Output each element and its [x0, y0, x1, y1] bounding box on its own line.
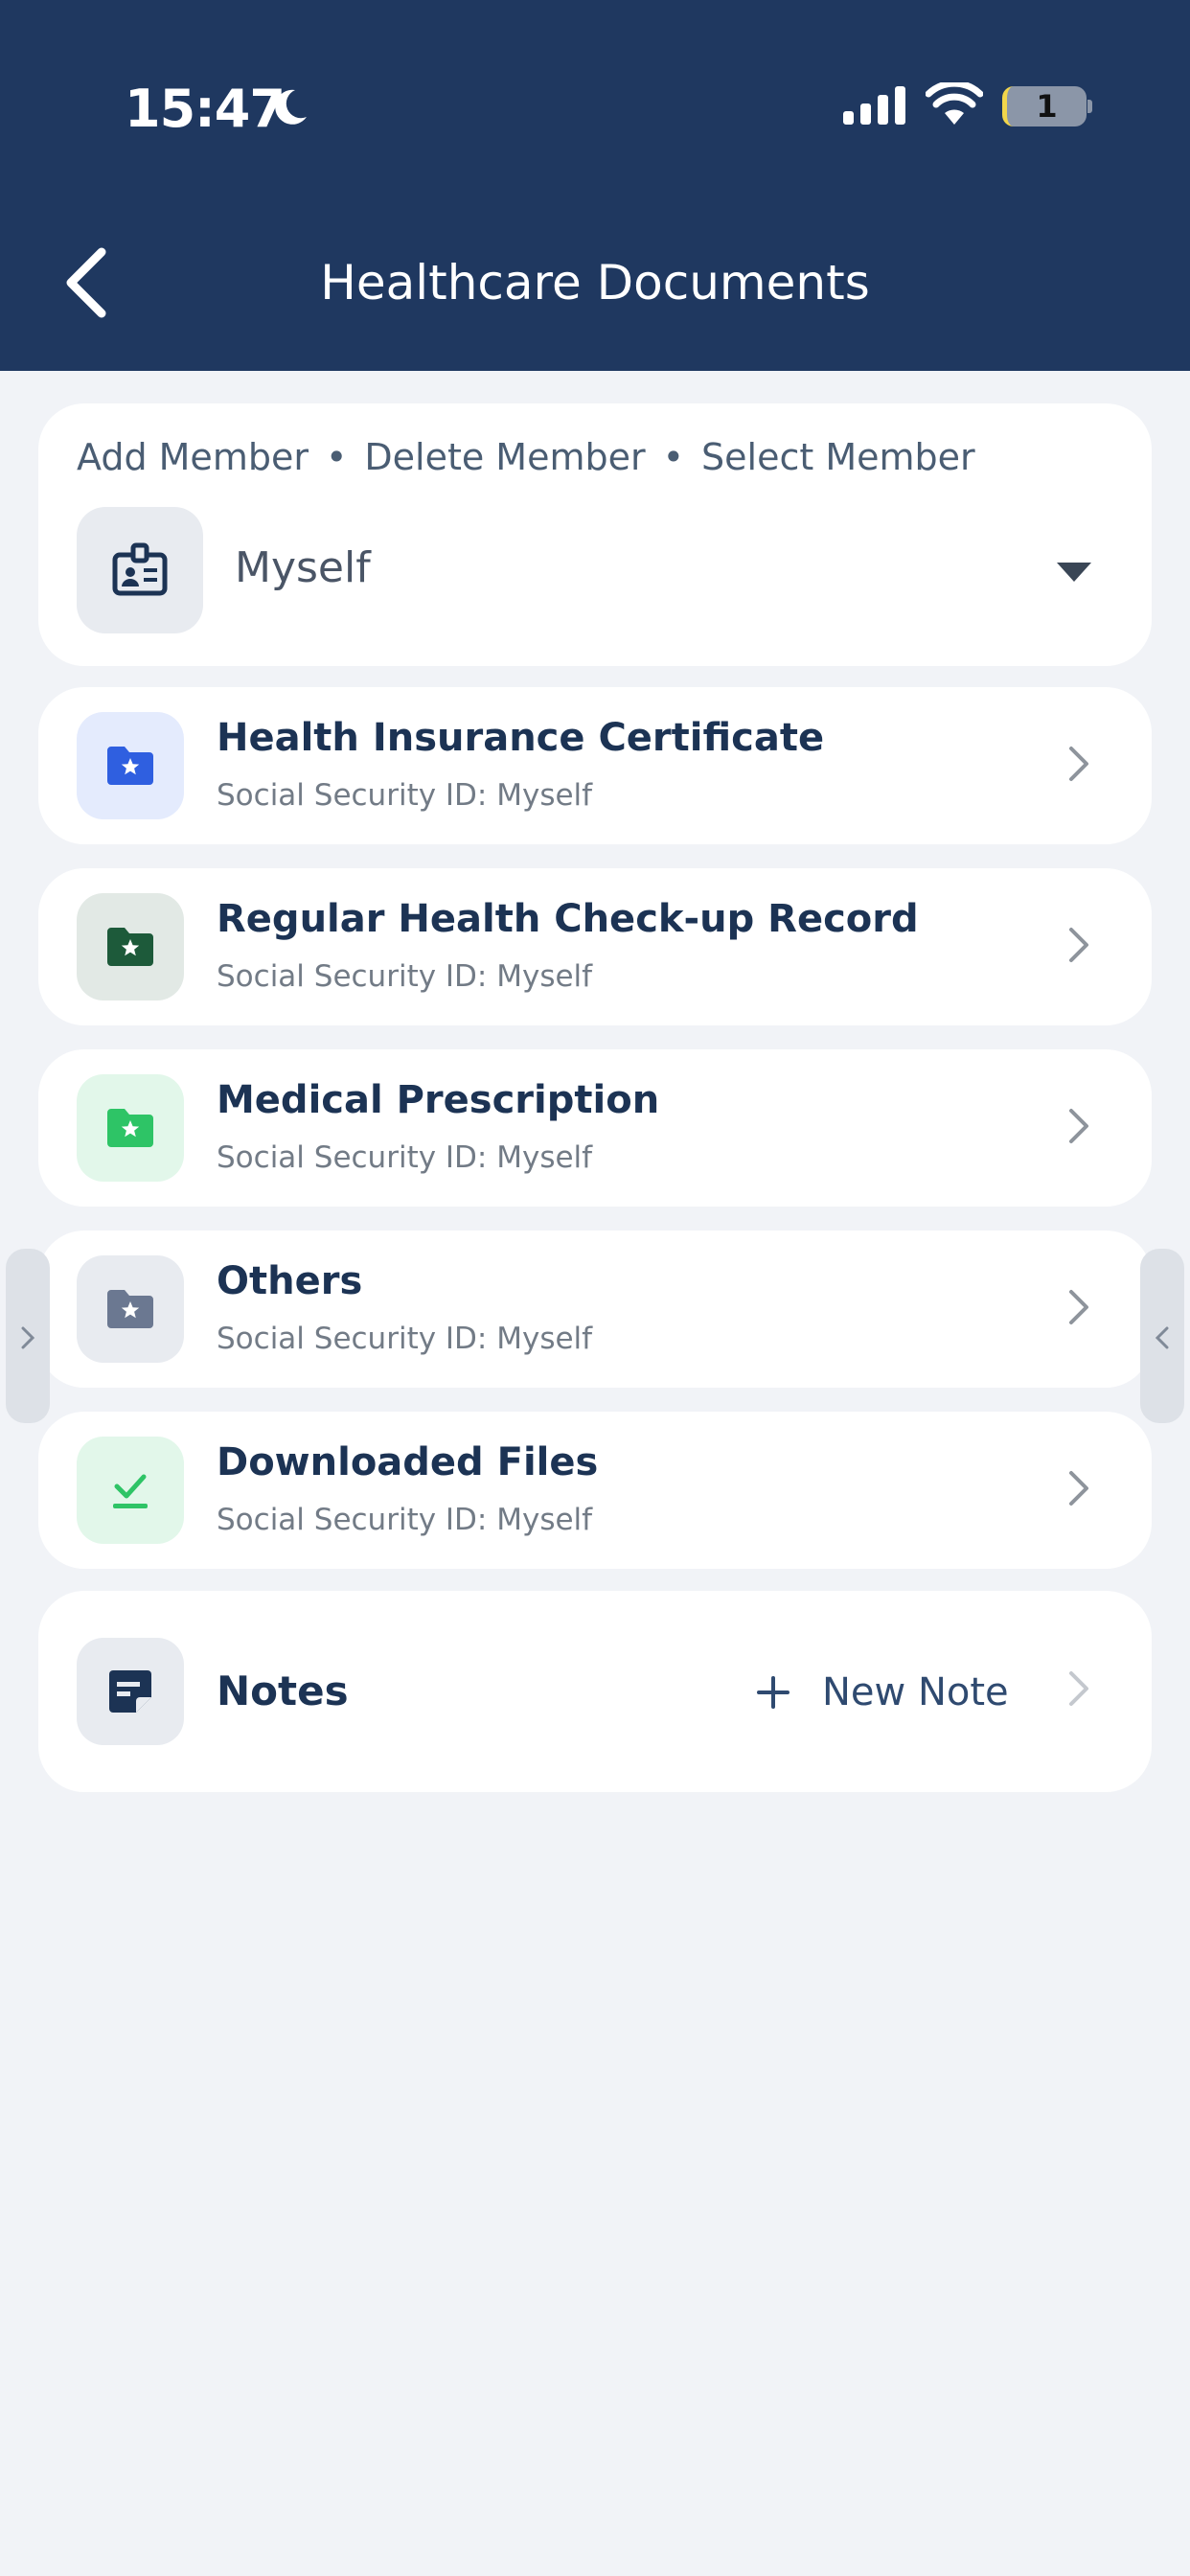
download-check-icon: [113, 1474, 148, 1508]
moon-icon: [275, 89, 307, 125]
folder-star-icon: [107, 747, 153, 785]
member-card: Add Member • Delete Member • Select Member M…: [38, 403, 1152, 666]
notes-icon-box: [77, 1638, 184, 1745]
id-badge-icon: [112, 542, 168, 596]
page-title: Healthcare Documents: [320, 255, 870, 310]
document-subtitle: Social Security ID: Myself: [217, 1140, 593, 1175]
document-row[interactable]: Regular Health Check-up Record Social Sec…: [38, 868, 1152, 1025]
chevron-right-icon: [1069, 1671, 1088, 1706]
document-title: Regular Health Check-up Record: [217, 897, 919, 941]
wifi-icon: [926, 82, 983, 125]
separator-dot: •: [325, 436, 348, 478]
new-note-label: New Note: [822, 1670, 1009, 1714]
chevron-left-icon: [1155, 1326, 1169, 1349]
caret-down-icon[interactable]: [1057, 563, 1091, 582]
document-row[interactable]: Health Insurance Certificate Social Secur…: [38, 687, 1152, 844]
app-header: 15:47 1 Healthcare Documents: [0, 0, 1190, 371]
document-icon-box: [77, 1255, 184, 1363]
notes-label: Notes: [217, 1668, 349, 1714]
chevron-right-icon: [1067, 745, 1090, 787]
chevron-right-icon: [1067, 1288, 1090, 1330]
document-subtitle: Social Security ID: Myself: [217, 1503, 593, 1537]
document-title: Health Insurance Certificate: [217, 716, 825, 760]
chevron-right-icon: [1067, 926, 1090, 968]
document-title: Others: [217, 1259, 363, 1303]
document-icon-box: [77, 1437, 184, 1544]
member-avatar: [77, 507, 203, 633]
document-row[interactable]: Others Social Security ID: Myself: [38, 1230, 1152, 1388]
document-icon-box: [77, 712, 184, 819]
chevron-right-icon: [1067, 1107, 1090, 1149]
document-title: Downloaded Files: [217, 1440, 599, 1484]
member-actions: Add Member • Delete Member • Select Member: [77, 436, 975, 478]
document-subtitle: Social Security ID: Myself: [217, 959, 593, 994]
chevron-right-icon: [21, 1326, 35, 1349]
folder-star-icon: [107, 1109, 153, 1147]
new-note-button[interactable]: New Note: [757, 1666, 1009, 1719]
select-member-link[interactable]: Select Member: [701, 436, 975, 478]
selected-member-name[interactable]: Myself: [235, 543, 371, 592]
document-icon-box: [77, 1074, 184, 1182]
document-subtitle: Social Security ID: Myself: [217, 778, 593, 813]
status-time: 15:47: [125, 79, 286, 139]
notes-card[interactable]: Notes New Note: [38, 1591, 1152, 1792]
battery-icon: 1: [1002, 86, 1087, 126]
document-title: Medical Prescription: [217, 1078, 660, 1122]
add-member-link[interactable]: Add Member: [77, 436, 309, 478]
note-icon: [109, 1670, 151, 1713]
delete-member-link[interactable]: Delete Member: [364, 436, 645, 478]
separator-dot: •: [662, 436, 685, 478]
document-row[interactable]: Downloaded Files Social Security ID: Myse…: [38, 1412, 1152, 1569]
right-edge-handle[interactable]: [1140, 1249, 1184, 1423]
battery-tip: [1087, 100, 1092, 113]
chevron-right-icon: [1067, 1469, 1090, 1511]
document-row[interactable]: Medical Prescription Social Security ID: …: [38, 1049, 1152, 1207]
cellular-signal-icon: [843, 86, 905, 125]
document-subtitle: Social Security ID: Myself: [217, 1322, 593, 1356]
document-icon-box: [77, 893, 184, 1000]
folder-star-icon: [107, 1290, 153, 1328]
left-edge-handle[interactable]: [6, 1249, 50, 1423]
folder-star-icon: [107, 928, 153, 966]
plus-icon: [757, 1676, 790, 1709]
battery-level: 1: [1036, 88, 1058, 125]
